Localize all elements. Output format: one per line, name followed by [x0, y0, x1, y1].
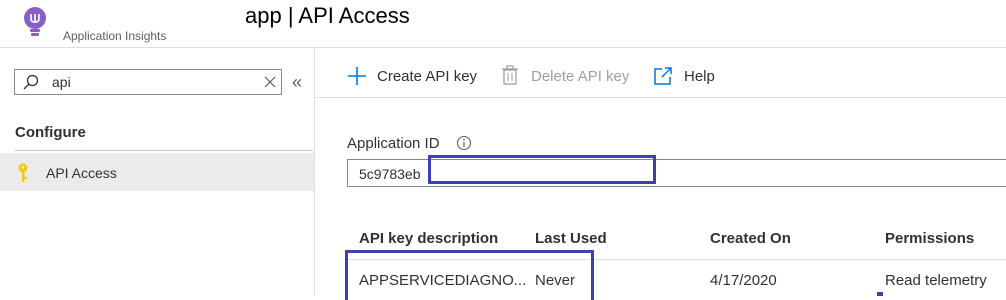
column-header-description[interactable]: API key description	[359, 230, 498, 247]
page-title: app | API Access	[245, 3, 410, 28]
table-cell-permissions: Read telemetry	[885, 272, 987, 289]
search-input-value[interactable]: api	[52, 74, 71, 90]
toolbar-divider	[315, 97, 1006, 98]
lightbulb-icon	[24, 7, 46, 36]
create-api-key-button[interactable]: Create API key	[377, 68, 477, 85]
plus-icon[interactable]	[347, 66, 367, 86]
application-id-value[interactable]: 5c9783eb	[359, 166, 421, 182]
trash-icon	[502, 65, 518, 85]
key-icon	[18, 163, 28, 182]
table-cell-created-on: 4/17/2020	[710, 272, 777, 289]
info-icon[interactable]	[456, 135, 472, 151]
column-header-permissions[interactable]: Permissions	[885, 230, 974, 247]
app-subtitle: Application Insights	[63, 29, 167, 43]
external-link-icon[interactable]	[653, 66, 673, 86]
column-header-created-on[interactable]: Created On	[710, 230, 791, 247]
section-heading-configure: Configure	[15, 124, 86, 141]
redaction-box	[345, 250, 594, 300]
section-divider	[15, 150, 313, 151]
redaction-mark	[877, 292, 883, 296]
application-id-label: Application ID	[347, 135, 440, 152]
sidebar-item-label[interactable]: API Access	[46, 165, 117, 181]
help-button[interactable]: Help	[684, 68, 715, 85]
collapse-sidebar-icon[interactable]: «	[292, 73, 302, 91]
search-icon	[23, 74, 39, 90]
column-header-last-used[interactable]: Last Used	[535, 230, 607, 247]
delete-api-key-button: Delete API key	[531, 68, 630, 85]
redaction-box	[428, 155, 656, 184]
close-icon[interactable]	[263, 75, 277, 89]
